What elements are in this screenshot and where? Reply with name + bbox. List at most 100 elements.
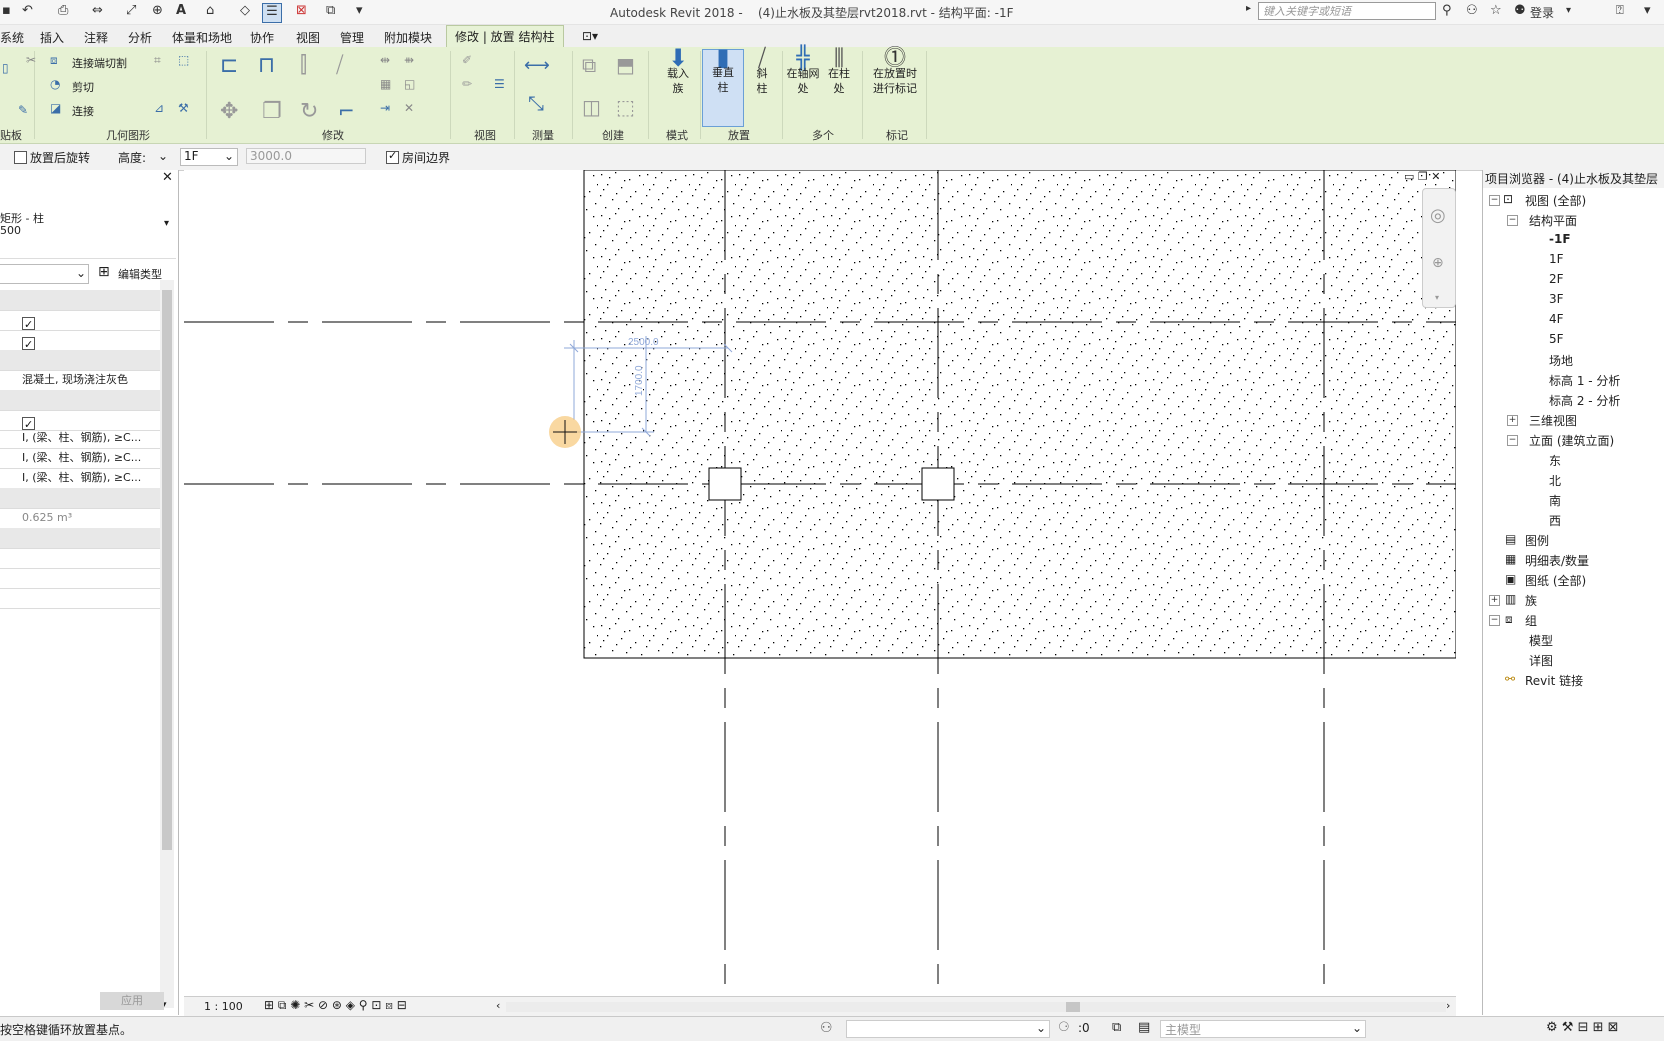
tree-item-plan-level2-analytical[interactable]: 标高 2 - 分析	[1549, 392, 1620, 409]
join-icon[interactable]: ◪	[50, 101, 61, 115]
paste-icon[interactable]: ▯	[2, 61, 9, 75]
copy-icon[interactable]: ❐	[262, 99, 282, 124]
view-scale[interactable]: 1 : 100	[204, 1000, 243, 1013]
rotate-icon[interactable]: ↻	[300, 99, 318, 124]
nav-bar-dropdown-icon[interactable]: ▾	[1435, 293, 1439, 302]
measure-between-icon[interactable]: ⟷	[524, 55, 550, 76]
edit-type-icon[interactable]: ⊞	[98, 264, 110, 280]
cut-button[interactable]: 剪切	[72, 79, 94, 95]
scroll-right-icon[interactable]: ›	[1446, 999, 1450, 1012]
section-icon[interactable]: ◇	[240, 3, 250, 21]
tab-massing-site[interactable]: 体量和场地	[172, 29, 232, 46]
tree-item-plan-5F[interactable]: 5F	[1549, 332, 1564, 346]
close-hidden-icon[interactable]: ⊠	[296, 3, 307, 21]
tree-item-plan-3F[interactable]: 3F	[1549, 292, 1564, 306]
main-model-icon[interactable]: ▤	[1138, 1020, 1150, 1035]
tree-item-views[interactable]: 视图 (全部)	[1525, 192, 1586, 209]
move-icon[interactable]: ✥	[220, 99, 238, 124]
tab-addins[interactable]: 附加模块	[384, 29, 432, 46]
tree-expand-icon[interactable]: +	[1489, 595, 1500, 606]
demolish-icon[interactable]: ⚒	[178, 101, 189, 115]
3d-view-icon[interactable]: ⌂	[206, 3, 214, 21]
user-icon[interactable]: ⚉	[1514, 3, 1526, 21]
tree-item-plan-4F[interactable]: 4F	[1549, 312, 1564, 326]
property-row-rebar-cover[interactable]: I, (梁、柱、钢筋), ≥C...	[0, 428, 160, 449]
edit-type-button[interactable]: 编辑类型	[118, 266, 162, 282]
height-mode-dropdown-icon[interactable]: ⌄	[158, 149, 168, 163]
tree-item-structural-plans[interactable]: 结构平面	[1529, 212, 1577, 229]
thin-lines-icon[interactable]: ☰	[262, 3, 282, 23]
room-bounding-checkbox[interactable]	[386, 149, 399, 164]
trim-icon[interactable]: ⌐	[338, 99, 355, 123]
create-parts-icon[interactable]: ◫	[582, 95, 601, 119]
split-face-icon[interactable]: ⬚	[178, 53, 189, 67]
array-icon[interactable]: ▦	[380, 77, 391, 91]
tree-item-revit-links[interactable]: Revit 链接	[1525, 672, 1583, 689]
tab-view[interactable]: 视图	[296, 29, 320, 46]
tree-item-3d-views[interactable]: 三维视图	[1529, 412, 1577, 429]
tree-collapse-icon[interactable]: −	[1507, 215, 1518, 226]
tree-expand-icon[interactable]: +	[1507, 415, 1518, 426]
tree-item-elevation-south[interactable]: 南	[1549, 492, 1561, 509]
tab-insert[interactable]: 插入	[40, 29, 64, 46]
tree-item-plan-site[interactable]: 场地	[1549, 352, 1573, 369]
tag-on-placement-button[interactable]: ⓵ 在放置时进行标记	[866, 48, 924, 96]
scale-icon[interactable]: ◱	[404, 77, 415, 91]
tab-systems[interactable]: 系统	[0, 29, 24, 46]
qat-dropdown-icon[interactable]: ▾	[356, 3, 363, 21]
join-button[interactable]: 连接	[72, 103, 94, 119]
binoculars-icon[interactable]: ⚲	[1442, 3, 1452, 21]
at-columns-button[interactable]: ⫼ 在柱处	[826, 48, 852, 96]
view-window-controls-icon[interactable]: ▭ ❐ ✕	[1404, 170, 1440, 183]
editing-requests-icon[interactable]: ⚆	[1058, 1020, 1070, 1035]
tree-collapse-icon[interactable]: −	[1489, 615, 1500, 626]
tree-item-group-detail[interactable]: 详图	[1529, 652, 1553, 669]
apply-button[interactable]: 应用	[100, 992, 164, 1010]
linework-icon[interactable]: ✏	[462, 77, 472, 91]
mirror-axis-icon[interactable]: ⫿	[300, 53, 307, 78]
structural-column[interactable]	[708, 467, 742, 501]
split-gap-icon[interactable]: ⇻	[404, 53, 414, 67]
wall-joins-icon[interactable]: ⌗	[154, 53, 161, 68]
at-grids-button[interactable]: ╬ 在轴网处	[784, 48, 822, 96]
tree-item-groups[interactable]: 组	[1525, 612, 1537, 629]
property-row-rebar-cover[interactable]: I, (梁、柱、钢筋), ≥C...	[0, 448, 160, 469]
horizontal-scroll-thumb[interactable]	[1066, 1002, 1080, 1012]
offset-icon[interactable]: ⊓	[258, 53, 275, 78]
create-group-icon[interactable]: ⬒	[616, 53, 635, 77]
aligned-dimension-icon[interactable]: ⤡	[528, 91, 544, 115]
tree-item-schedules[interactable]: 明细表/数量	[1525, 552, 1589, 569]
height-value-input[interactable]: 3000.0	[246, 148, 366, 164]
instance-filter-dropdown[interactable]: ⌄	[0, 264, 89, 284]
tree-item-elevation-north[interactable]: 北	[1549, 472, 1561, 489]
slanted-column-button[interactable]: ⧸ 斜柱	[744, 46, 780, 96]
type-selector[interactable]: 矩形 - 柱 500 ▾	[0, 188, 176, 259]
temp-dimension-vertical[interactable]: 1700.0	[634, 365, 645, 396]
delete-icon[interactable]: ✕	[404, 101, 414, 115]
canvas-horizontal-scrollbar[interactable]	[506, 1002, 1446, 1012]
selection-filter-icons[interactable]: ⚙ ⚒ ⊟ ⊞ ⊠	[1546, 1020, 1619, 1035]
vertical-column-button[interactable]: ▮ 垂直柱	[702, 45, 744, 127]
align-icon[interactable]: ⊏	[220, 53, 238, 78]
tree-item-group-model[interactable]: 模型	[1529, 632, 1553, 649]
create-similar-icon[interactable]: ⧉	[582, 53, 596, 77]
tree-item-plan-level1-analytical[interactable]: 标高 1 - 分析	[1549, 372, 1620, 389]
level-dropdown[interactable]: 1F ⌄	[180, 148, 238, 166]
save-icon[interactable]: ▪	[2, 3, 11, 21]
tree-item-elevation-east[interactable]: 东	[1549, 452, 1561, 469]
properties-scrollbar[interactable]: ▾	[160, 280, 174, 1010]
help-icon[interactable]: ⍰	[1616, 3, 1624, 21]
design-options-icon[interactable]: ⧉	[1112, 1020, 1121, 1035]
cut-geometry-icon[interactable]: ✂	[26, 53, 36, 67]
tree-collapse-icon[interactable]: −	[1507, 435, 1518, 446]
tab-modify-place-column[interactable]: 修改 | 放置 结构柱	[446, 25, 564, 48]
thin-lines-toggle-icon[interactable]: ☰	[494, 77, 505, 91]
tree-item-plan-1F[interactable]: 1F	[1549, 252, 1564, 266]
tag-icon[interactable]: ⊕	[152, 3, 163, 21]
join-cut-button[interactable]: 连接端切割	[72, 55, 127, 71]
contextual-tab-toggle-icon[interactable]: ⊡▾	[582, 29, 598, 43]
login-link[interactable]: 登录	[1530, 4, 1554, 22]
cut-icon[interactable]: ◔	[50, 77, 60, 91]
login-dropdown-icon[interactable]: ▾	[1566, 5, 1571, 23]
workset-icon[interactable]: ⚇	[820, 1020, 833, 1036]
